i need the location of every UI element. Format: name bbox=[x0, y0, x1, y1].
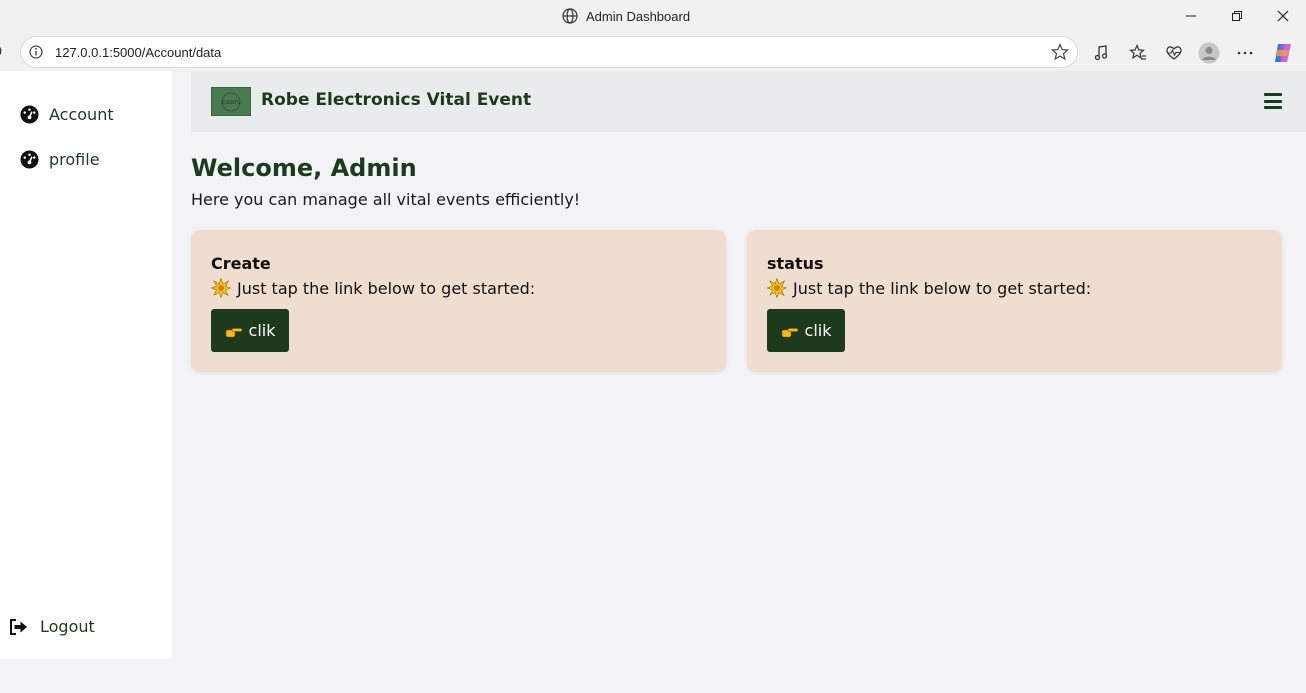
browser-toolbar: 127.0.0.1:5000/Account/data bbox=[0, 34, 1306, 71]
sidebar-item-profile[interactable]: profile bbox=[20, 150, 100, 169]
brand-title[interactable]: Robe Electronics Vital Event bbox=[261, 90, 531, 110]
sidebar-item-account[interactable]: Account bbox=[20, 105, 114, 124]
sparkle-burst-icon bbox=[211, 278, 231, 298]
pointing-hand-icon bbox=[781, 327, 798, 337]
hamburger-line bbox=[1264, 93, 1282, 96]
more-options-button[interactable] bbox=[1234, 42, 1256, 64]
svg-text:EVENTS: EVENTS bbox=[222, 100, 240, 106]
music-note-icon bbox=[1094, 45, 1108, 61]
favorite-star-icon[interactable] bbox=[1051, 43, 1069, 61]
card-text: Just tap the link below to get started: bbox=[793, 278, 1092, 298]
reload-icon[interactable] bbox=[0, 43, 6, 59]
card-text: Just tap the link below to get started: bbox=[237, 278, 536, 298]
events-logo-icon: EVENTS bbox=[221, 92, 241, 111]
logout-label: Logout bbox=[40, 617, 95, 636]
card-description: Just tap the link below to get started: bbox=[211, 278, 535, 298]
sidebar-item-label: Account bbox=[49, 105, 114, 124]
app-header: EVENTS Robe Electronics Vital Event bbox=[191, 71, 1306, 132]
window-title-text: Admin Dashboard bbox=[586, 8, 691, 24]
favorites-button[interactable] bbox=[1127, 42, 1149, 64]
status-link-button[interactable]: clik bbox=[767, 309, 845, 352]
create-link-button[interactable]: clik bbox=[211, 309, 289, 352]
card-title: status bbox=[767, 254, 824, 273]
avatar-icon bbox=[1198, 42, 1220, 64]
hamburger-line bbox=[1264, 99, 1282, 103]
window-title: Admin Dashboard bbox=[562, 8, 690, 24]
menu-toggle-button[interactable] bbox=[1264, 93, 1282, 109]
logout-link[interactable]: Logout bbox=[9, 617, 95, 636]
read-aloud-button[interactable] bbox=[1091, 42, 1113, 64]
minimize-button[interactable] bbox=[1179, 6, 1203, 26]
sign-out-icon bbox=[10, 618, 27, 635]
close-window-button[interactable] bbox=[1271, 6, 1295, 26]
page-title: Welcome, Admin bbox=[191, 154, 417, 182]
button-label: clik bbox=[248, 321, 276, 340]
hamburger-line bbox=[1264, 106, 1282, 109]
sparkle-burst-icon bbox=[767, 278, 787, 298]
create-card: Create Just tap the link below to get st… bbox=[191, 230, 726, 372]
more-dots-icon bbox=[1237, 51, 1253, 55]
card-description: Just tap the link below to get started: bbox=[767, 278, 1091, 298]
url-text[interactable]: 127.0.0.1:5000/Account/data bbox=[55, 45, 221, 60]
card-title: Create bbox=[211, 254, 271, 273]
page-subtitle: Here you can manage all vital events eff… bbox=[191, 190, 581, 209]
address-bar[interactable]: 127.0.0.1:5000/Account/data bbox=[20, 36, 1078, 68]
brand-logo[interactable]: EVENTS bbox=[211, 87, 251, 116]
button-label: clik bbox=[804, 321, 832, 340]
status-card: status Just tap the link below to get st… bbox=[747, 230, 1282, 372]
browser-titlebar: Admin Dashboard bbox=[0, 0, 1306, 34]
restore-icon bbox=[1232, 11, 1242, 21]
sidebar: Account profile Logout bbox=[0, 71, 172, 659]
profile-button[interactable] bbox=[1198, 42, 1220, 64]
restore-button[interactable] bbox=[1225, 6, 1249, 26]
close-icon bbox=[1277, 10, 1289, 22]
browser-essentials-button[interactable] bbox=[1163, 42, 1185, 64]
pointing-hand-icon bbox=[225, 327, 242, 337]
globe-icon bbox=[562, 8, 578, 24]
site-info-icon[interactable] bbox=[29, 45, 43, 59]
heart-pulse-icon bbox=[1166, 46, 1182, 60]
dashboard-gauge-icon bbox=[20, 105, 39, 124]
copilot-button[interactable] bbox=[1272, 42, 1294, 64]
dashboard-gauge-icon bbox=[20, 150, 39, 169]
sidebar-item-label: profile bbox=[49, 150, 100, 169]
favorites-list-icon bbox=[1129, 44, 1146, 60]
copilot-icon bbox=[1275, 44, 1291, 62]
minimize-icon bbox=[1186, 15, 1196, 17]
